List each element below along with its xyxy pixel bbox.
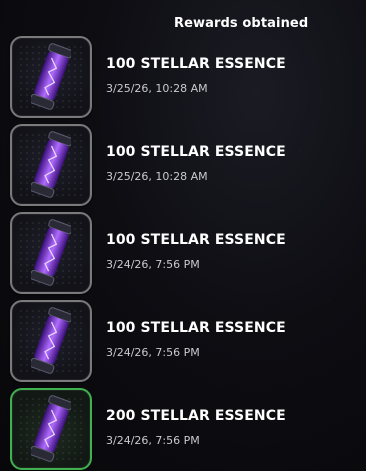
reward-item[interactable]: 100 STELLAR ESSENCE 3/24/26, 7:56 PM bbox=[10, 212, 350, 294]
reward-item[interactable]: 100 STELLAR ESSENCE 3/25/26, 10:28 AM bbox=[10, 124, 350, 206]
reward-icon-tile bbox=[10, 36, 92, 118]
stellar-essence-canister-icon bbox=[31, 131, 71, 198]
reward-timestamp: 3/25/26, 10:28 AM bbox=[106, 170, 208, 183]
stellar-essence-canister-icon bbox=[31, 307, 71, 374]
stellar-essence-canister-icon bbox=[31, 395, 71, 462]
reward-name: 200 STELLAR ESSENCE bbox=[106, 408, 286, 424]
reward-icon-tile bbox=[10, 388, 92, 470]
reward-name: 100 STELLAR ESSENCE bbox=[106, 320, 286, 336]
reward-item[interactable]: 100 STELLAR ESSENCE 3/25/26, 10:28 AM bbox=[10, 36, 350, 118]
stellar-essence-canister-icon bbox=[31, 219, 71, 286]
reward-name: 100 STELLAR ESSENCE bbox=[106, 56, 286, 72]
reward-name: 100 STELLAR ESSENCE bbox=[106, 144, 286, 160]
reward-item[interactable]: 200 STELLAR ESSENCE 3/24/26, 7:56 PM bbox=[10, 388, 350, 470]
page-title: Rewards obtained bbox=[174, 16, 309, 31]
reward-icon-tile bbox=[10, 212, 92, 294]
reward-timestamp: 3/24/26, 7:56 PM bbox=[106, 346, 200, 359]
reward-icon-tile bbox=[10, 300, 92, 382]
reward-item[interactable]: 100 STELLAR ESSENCE 3/24/26, 7:56 PM bbox=[10, 300, 350, 382]
reward-name: 100 STELLAR ESSENCE bbox=[106, 232, 286, 248]
reward-timestamp: 3/24/26, 7:56 PM bbox=[106, 258, 200, 271]
reward-timestamp: 3/25/26, 10:28 AM bbox=[106, 82, 208, 95]
reward-icon-tile bbox=[10, 124, 92, 206]
stellar-essence-canister-icon bbox=[31, 43, 71, 110]
reward-timestamp: 3/24/26, 7:56 PM bbox=[106, 434, 200, 447]
